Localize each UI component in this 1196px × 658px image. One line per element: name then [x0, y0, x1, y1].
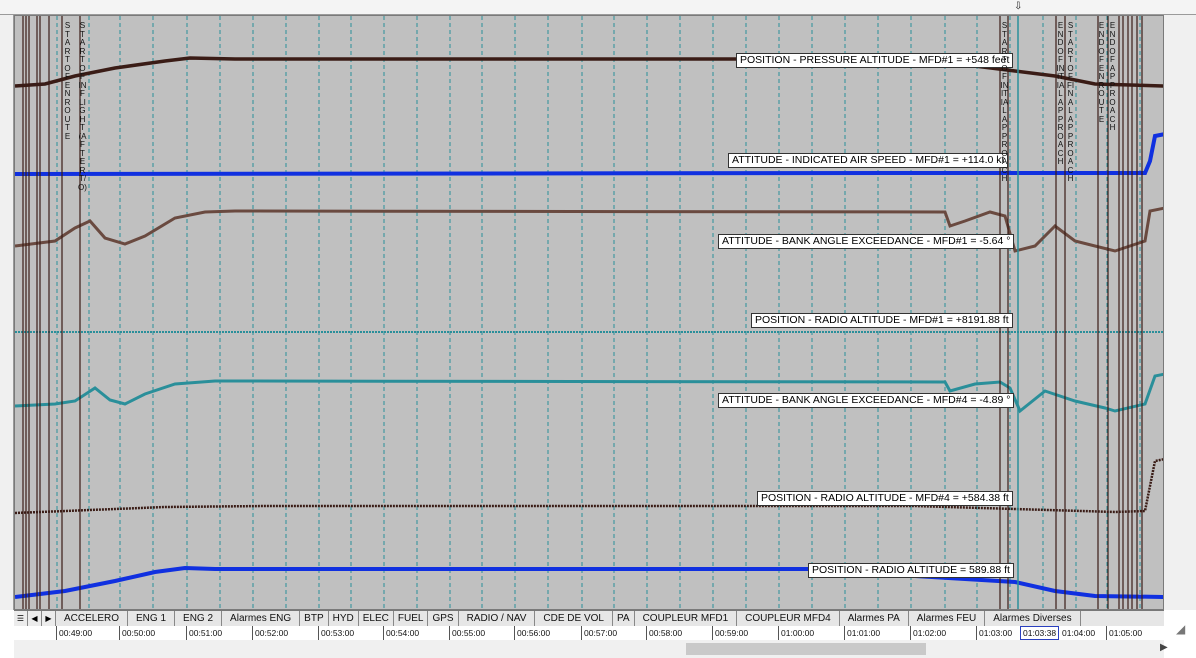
time-tick: 00:49:00 — [56, 626, 92, 640]
tab-alarmes-eng[interactable]: Alarmes ENG — [222, 611, 301, 626]
event-label-end-of-en-route: END OF EN ROUTE — [1098, 21, 1105, 124]
event-label-start-of-final-approach: START OF FINAL APPROACH — [1066, 21, 1075, 183]
signal-plot-area[interactable]: POSITION - PRESSURE ALTITUDE - MFD#1 = +… — [14, 15, 1164, 610]
time-tick: 01:05:00 — [1106, 626, 1142, 640]
trace-label-radio-altitude: POSITION - RADIO ALTITUDE = 589.88 ft — [808, 563, 1014, 578]
tab-next-icon[interactable]: ▶ — [42, 611, 56, 626]
tab-cde-de-vol[interactable]: CDE DE VOL — [535, 611, 613, 626]
left-scroll-strip[interactable] — [0, 15, 14, 610]
top-toolbar: ⇩ — [0, 0, 1196, 15]
tab-eng-1[interactable]: ENG 1 — [128, 611, 176, 626]
tab-pa[interactable]: PA — [613, 611, 635, 626]
tab-btp[interactable]: BTP — [300, 611, 329, 626]
tab-alarmes-diverses[interactable]: Alarmes Diverses — [985, 611, 1081, 626]
time-tick: 00:56:00 — [514, 626, 550, 640]
time-tick: 00:58:00 — [646, 626, 682, 640]
time-tick: 01:04:00 — [1062, 628, 1096, 638]
cursor-marker-icon[interactable]: ⇩ — [1014, 1, 1022, 13]
time-axis[interactable]: 00:49:00 00:50:00 00:51:00 00:52:00 00:5… — [14, 626, 1164, 641]
trace-label-radio-altitude-mfd1: POSITION - RADIO ALTITUDE - MFD#1 = +819… — [751, 313, 1013, 328]
time-tick: 00:57:00 — [581, 626, 617, 640]
time-tick: 00:59:00 — [712, 626, 748, 640]
event-label-start-of-en-route: START OF EN ROUTE — [64, 21, 71, 141]
tab-coupleur-mfd4[interactable]: COUPLEUR MFD4 — [737, 611, 840, 626]
right-panel-strip — [1164, 15, 1196, 610]
event-label-end-of-initial-approach: END OF INITIAL APPROACH — [1056, 21, 1065, 166]
time-tick: 01:00:00 — [778, 626, 814, 640]
tab-gps[interactable]: GPS — [428, 611, 459, 626]
tab-fuel[interactable]: FUEL — [394, 611, 429, 626]
selected-time-tick[interactable]: 01:03:38 — [1020, 626, 1060, 640]
tab-alarmes-feu[interactable]: Alarmes FEU — [909, 611, 986, 626]
tab-radio-nav[interactable]: RADIO / NAV — [459, 611, 536, 626]
trace-label-bank-angle-mfd4: ATTITUDE - BANK ANGLE EXCEEDANCE - MFD#4… — [718, 393, 1015, 408]
time-tick: 00:51:00 — [186, 626, 222, 640]
tab-alarmes-pa[interactable]: Alarmes PA — [840, 611, 909, 626]
time-tick: 01:01:00 — [844, 626, 880, 640]
tab-bar: ☰ ◀ ▶ ACCELERO ENG 1 ENG 2 Alarmes ENG B… — [14, 610, 1164, 626]
tab-prev-icon[interactable]: ◀ — [28, 611, 42, 626]
time-tick: 01:03:00 — [976, 626, 1012, 640]
event-label-start-of-in-flight: START OF IN FLIGHT (AFTER T/O) — [78, 21, 87, 192]
trace-label-pressure-altitude: POSITION - PRESSURE ALTITUDE - MFD#1 = +… — [736, 53, 1014, 68]
resize-grip-icon[interactable]: ◢ — [1176, 622, 1185, 636]
time-tick: 00:52:00 — [252, 626, 288, 640]
scroll-right-icon[interactable]: ▶ — [1160, 642, 1168, 653]
time-tick: 00:53:00 — [318, 626, 354, 640]
tab-menu-icon[interactable]: ☰ — [14, 611, 28, 626]
trace-label-indicated-air-speed: ATTITUDE - INDICATED AIR SPEED - MFD#1 =… — [728, 153, 1009, 168]
horizontal-scrollbar[interactable]: ▶ — [14, 640, 1168, 658]
tab-accelero[interactable]: ACCELERO — [56, 611, 129, 626]
trace-label-bank-angle-mfd1: ATTITUDE - BANK ANGLE EXCEEDANCE - MFD#1… — [718, 234, 1015, 249]
tab-elec[interactable]: ELEC — [359, 611, 394, 626]
time-tick: 00:54:00 — [383, 626, 419, 640]
time-tick: 00:55:00 — [449, 626, 485, 640]
tab-hyd[interactable]: HYD — [329, 611, 359, 626]
time-tick: 01:02:00 — [910, 626, 946, 640]
trace-label-radio-altitude-mfd4: POSITION - RADIO ALTITUDE - MFD#4 = +584… — [757, 491, 1013, 506]
time-tick: 00:50:00 — [119, 626, 155, 640]
horizontal-scrollbar-thumb[interactable] — [686, 643, 926, 655]
tab-eng-2[interactable]: ENG 2 — [175, 611, 223, 626]
tab-coupleur-mfd1[interactable]: COUPLEUR MFD1 — [635, 611, 738, 626]
event-label-end-of-approach: END OF APPROACH — [1109, 21, 1116, 132]
event-label-start-of-initial-approach: START OF INITIAL APPROACH — [1000, 21, 1009, 183]
